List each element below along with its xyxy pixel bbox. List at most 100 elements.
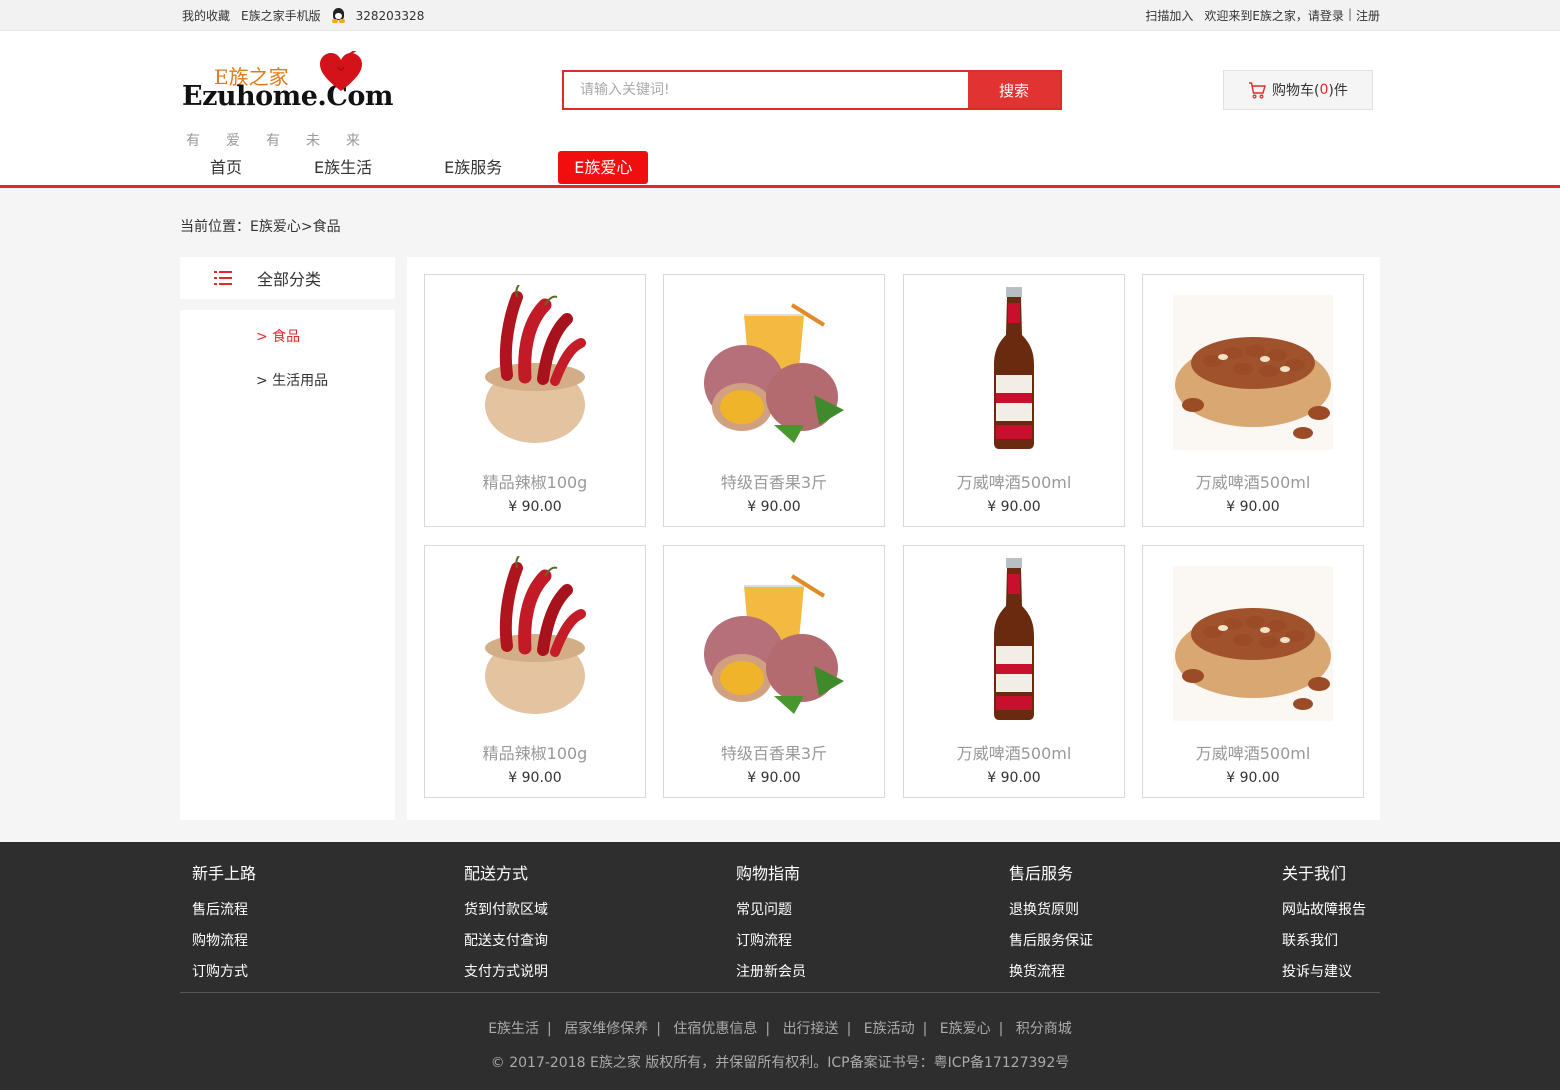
product-card[interactable]: 万威啤酒500ml ¥ 90.00 [903, 545, 1125, 798]
nav-home[interactable]: 首页 [194, 151, 258, 184]
footer-link[interactable]: 购物流程 [192, 930, 256, 950]
footer: 新手上路 售后流程 购物流程 订购方式 配送方式 货到付款区域 配送支付查询 支… [0, 842, 1560, 1090]
heart-icon [320, 51, 362, 91]
product-card[interactable]: 特级百香果3斤 ¥ 90.00 [663, 545, 885, 798]
bottom-link-activity[interactable]: E族活动 [864, 1021, 915, 1037]
product-price: ¥ 90.00 [987, 770, 1041, 786]
header: E族之家 Ezuhome.Com 有爱有未来 搜索 购物车(0)件 首页 E族生… [0, 31, 1560, 188]
passion-fruit-image [704, 303, 844, 443]
product-grid: 精品辣椒100g ¥ 90.00 特级百香果3斤 ¥ 90.00 万威啤酒500… [407, 257, 1380, 820]
cart-count: 0 [1319, 82, 1329, 98]
category-title: 全部分类 [257, 270, 322, 289]
cart-button[interactable]: 购物车(0)件 [1223, 70, 1373, 110]
product-card[interactable]: 万威啤酒500ml ¥ 90.00 [1142, 274, 1364, 527]
qq-number[interactable]: 328203328 [356, 9, 425, 23]
footer-column-title: 购物指南 [736, 864, 801, 883]
scan-join-link[interactable]: 扫描加入 [1145, 7, 1193, 24]
mobile-link[interactable]: E族之家手机版 [241, 7, 321, 24]
bottom-link-maintenance[interactable]: 居家维修保养 [564, 1021, 648, 1037]
favorites-link[interactable]: 我的收藏 [182, 7, 230, 24]
product-price: ¥ 90.00 [747, 770, 801, 786]
breadcrumb: 当前位置：E族爱心>食品 [180, 219, 341, 235]
product-card[interactable]: 特级百香果3斤 ¥ 90.00 [663, 274, 885, 527]
footer-link[interactable]: 售后服务保证 [1009, 930, 1093, 950]
footer-link[interactable]: 售后流程 [192, 899, 256, 919]
product-price: ¥ 90.00 [508, 770, 562, 786]
footer-link[interactable]: 配送支付查询 [464, 930, 548, 950]
footer-divider [180, 992, 1380, 993]
product-card[interactable]: 精品辣椒100g ¥ 90.00 [424, 545, 646, 798]
cart-label-suffix: )件 [1328, 83, 1348, 99]
main-nav: 首页 E族生活 E族服务 E族爱心 [182, 151, 649, 184]
product-name[interactable]: 万威啤酒500ml [904, 740, 1124, 764]
category-food[interactable]: > 食品 [256, 326, 300, 346]
bottom-link-lodging[interactable]: 住宿优惠信息 [673, 1021, 757, 1037]
product-name[interactable]: 精品辣椒100g [425, 469, 645, 493]
footer-column: 购物指南 常见问题 订购流程 注册新会员 [736, 860, 806, 992]
qq-icon [331, 8, 345, 23]
divider: | [1347, 7, 1352, 21]
top-bar: 我的收藏 E族之家手机版 328203328 扫描加入 欢迎来到E族之家， 请登… [0, 0, 1560, 31]
nav-service[interactable]: E族服务 [428, 151, 518, 184]
chili-bowl-image [485, 285, 586, 443]
passion-fruit-image [704, 574, 844, 714]
search-button[interactable]: 搜索 [968, 72, 1060, 108]
footer-column: 关于我们 网站故障报告 联系我们 投诉与建议 [1282, 860, 1366, 992]
welcome-text: 欢迎来到E族之家， [1204, 9, 1308, 23]
footer-column: 配送方式 货到付款区域 配送支付查询 支付方式说明 [464, 860, 548, 992]
search-bar: 搜索 [562, 70, 1062, 110]
list-icon [214, 270, 232, 286]
product-card[interactable]: 万威啤酒500ml ¥ 90.00 [903, 274, 1125, 527]
search-input[interactable] [564, 72, 970, 108]
footer-bottom-links: E族生活 | 居家维修保养 | 住宿优惠信息 | 出行接送 | E族活动 | E族爱心 | … [488, 1021, 1072, 1037]
footer-link[interactable]: 注册新会员 [736, 961, 806, 981]
product-name[interactable]: 万威啤酒500ml [904, 469, 1124, 493]
product-name[interactable]: 特级百香果3斤 [664, 740, 884, 764]
product-name[interactable]: 万威啤酒500ml [1143, 740, 1363, 764]
product-card[interactable]: 万威啤酒500ml ¥ 90.00 [1142, 545, 1364, 798]
site-logo[interactable]: E族之家 Ezuhome.Com 有爱有未来 [182, 51, 393, 149]
beer-bottle-image [994, 287, 1034, 449]
footer-column-title: 售后服务 [1009, 864, 1074, 883]
product-price: ¥ 90.00 [1226, 770, 1280, 786]
footer-link[interactable]: 订购方式 [192, 961, 256, 981]
footer-link[interactable]: 货到付款区域 [464, 899, 548, 919]
cart-label-prefix: 购物车( [1272, 83, 1320, 99]
footer-column-title: 新手上路 [192, 864, 257, 883]
footer-link[interactable]: 支付方式说明 [464, 961, 548, 981]
login-link[interactable]: 请登录 [1308, 7, 1344, 24]
footer-link[interactable]: 网站故障报告 [1282, 899, 1366, 919]
bottom-link-charity[interactable]: E族爱心 [940, 1021, 991, 1037]
footer-link[interactable]: 常见问题 [736, 899, 806, 919]
category-daily-goods[interactable]: > 生活用品 [256, 370, 328, 390]
footer-link[interactable]: 退换货原则 [1009, 899, 1093, 919]
pine-nuts-bowl-image [1173, 295, 1333, 450]
footer-column: 售后服务 退换货原则 售后服务保证 换货流程 [1009, 860, 1093, 992]
product-price: ¥ 90.00 [747, 499, 801, 515]
footer-column-title: 配送方式 [464, 864, 529, 883]
product-price: ¥ 90.00 [987, 499, 1041, 515]
bottom-link-points-mall[interactable]: 积分商城 [1016, 1021, 1072, 1037]
register-link[interactable]: 注册 [1356, 7, 1380, 24]
product-name[interactable]: 万威啤酒500ml [1143, 469, 1363, 493]
cart-icon [1249, 81, 1266, 99]
nav-charity[interactable]: E族爱心 [558, 151, 649, 184]
product-name[interactable]: 精品辣椒100g [425, 740, 645, 764]
category-list: > 食品 > 生活用品 [180, 310, 395, 820]
logo-slogan: 有爱有未来 [186, 133, 386, 149]
product-price: ¥ 90.00 [508, 499, 562, 515]
nav-life[interactable]: E族生活 [298, 151, 388, 184]
footer-link[interactable]: 订购流程 [736, 930, 806, 950]
copyright: © 2017-2018 E族之家 版权所有，并保留所有权利。ICP备案证书号：粤… [490, 1055, 1070, 1071]
footer-link[interactable]: 换货流程 [1009, 961, 1093, 981]
footer-column-title: 关于我们 [1282, 864, 1347, 883]
chili-bowl-image [485, 556, 586, 714]
bottom-link-life[interactable]: E族生活 [488, 1021, 539, 1037]
footer-link[interactable]: 投诉与建议 [1282, 961, 1366, 981]
pine-nuts-bowl-image [1173, 566, 1333, 721]
product-card[interactable]: 精品辣椒100g ¥ 90.00 [424, 274, 646, 527]
footer-link[interactable]: 联系我们 [1282, 930, 1366, 950]
bottom-link-transfer[interactable]: 出行接送 [783, 1021, 839, 1037]
product-name[interactable]: 特级百香果3斤 [664, 469, 884, 493]
beer-bottle-image [994, 558, 1034, 720]
